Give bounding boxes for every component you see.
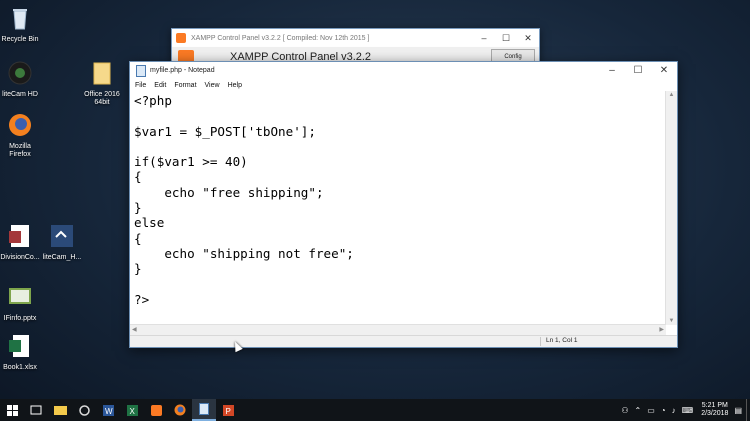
notepad-icon bbox=[136, 64, 146, 77]
desktop-icon-book1[interactable]: Book1.xlsx bbox=[0, 333, 48, 372]
menu-help[interactable]: Help bbox=[228, 82, 242, 89]
scroll-up-icon[interactable]: ▲ bbox=[666, 92, 677, 98]
recycle-bin-icon bbox=[13, 9, 27, 30]
desktop-icon-label: Mozilla Firefox bbox=[9, 143, 31, 158]
close-icon[interactable]: ✕ bbox=[517, 33, 539, 44]
vertical-scrollbar[interactable]: ▲ ▼ bbox=[665, 91, 677, 325]
clock-date: 2/3/2018 bbox=[701, 410, 729, 417]
xampp-titlebar[interactable]: XAMPP Control Panel v3.2.2 [ Compiled: N… bbox=[172, 29, 539, 47]
svg-text:X: X bbox=[129, 407, 135, 416]
desktop-icon-label: liteCam_H... bbox=[42, 254, 82, 261]
close-icon[interactable]: ✕ bbox=[651, 65, 677, 76]
taskbar-excel[interactable]: X bbox=[120, 399, 144, 421]
firefox-icon bbox=[174, 404, 186, 416]
menu-file[interactable]: File bbox=[135, 82, 146, 89]
xampp-icon bbox=[150, 404, 162, 416]
powerpoint-icon: P bbox=[222, 404, 234, 416]
svg-text:W: W bbox=[105, 407, 113, 416]
powerpoint-file-icon bbox=[9, 288, 31, 304]
gear-icon bbox=[78, 404, 90, 416]
network-icon[interactable]: ◔ bbox=[661, 406, 666, 415]
notifications-icon[interactable]: ▤ bbox=[734, 406, 742, 415]
taskbar-xampp[interactable] bbox=[144, 399, 168, 421]
menu-edit[interactable]: Edit bbox=[154, 82, 166, 89]
notepad-menu-bar: File Edit Format View Help bbox=[130, 79, 677, 91]
desktop-icon-litecam-shortcut[interactable]: liteCam_H... bbox=[34, 223, 90, 262]
clock-time: 5:21 PM bbox=[701, 402, 728, 409]
shortcut-icon bbox=[51, 225, 73, 247]
svg-text:P: P bbox=[225, 407, 230, 416]
desktop-icon-litecam[interactable]: liteCam HD bbox=[0, 60, 48, 99]
excel-file-icon bbox=[9, 335, 29, 357]
notepad-window-title: myfile.php - Notepad bbox=[150, 67, 215, 74]
show-desktop-button[interactable] bbox=[746, 399, 750, 421]
system-tray: ⚇ ⌃ ▭ ◔ ♪ ⌨ 5:21 PM 2/3/2018 ▤ bbox=[615, 399, 742, 421]
menu-view[interactable]: View bbox=[205, 82, 220, 89]
taskbar: W X P ⚇ ⌃ ▭ ◔ ♪ ⌨ 5:21 PM 2/3/2018 ▤ bbox=[0, 399, 750, 421]
maximize-icon[interactable]: ☐ bbox=[495, 33, 517, 44]
folder-icon bbox=[53, 406, 67, 415]
maximize-icon[interactable]: ☐ bbox=[625, 65, 651, 76]
config-button-label: Config bbox=[504, 54, 522, 60]
taskbar-settings[interactable] bbox=[72, 399, 96, 421]
minimize-icon[interactable]: – bbox=[599, 65, 625, 76]
desktop-icon-ifinfo[interactable]: IFinfo.pptx bbox=[0, 284, 48, 323]
access-file-icon bbox=[9, 225, 29, 247]
battery-icon[interactable]: ▭ bbox=[647, 406, 655, 415]
excel-icon: X bbox=[126, 404, 138, 416]
minimize-icon[interactable]: – bbox=[473, 33, 495, 43]
volume-icon[interactable]: ♪ bbox=[672, 406, 676, 415]
notepad-titlebar[interactable]: myfile.php - Notepad – ☐ ✕ bbox=[130, 62, 677, 79]
camera-icon bbox=[8, 61, 32, 85]
windows-logo-icon bbox=[6, 404, 18, 416]
scroll-down-icon[interactable]: ▼ bbox=[666, 318, 677, 324]
taskbar-firefox[interactable] bbox=[168, 399, 192, 421]
desktop-icon-label: Recycle Bin bbox=[1, 36, 39, 43]
chevron-up-icon[interactable]: ⌃ bbox=[635, 406, 642, 415]
people-icon[interactable]: ⚇ bbox=[621, 406, 628, 415]
desktop-icon-label: Book1.xlsx bbox=[3, 364, 37, 371]
status-bar: Ln 1, Col 1 bbox=[130, 335, 677, 347]
editor-content[interactable]: <?php $var1 = $_POST['tbOne']; if($var1 … bbox=[130, 91, 666, 309]
xampp-window-title: XAMPP Control Panel v3.2.2 [ Compiled: N… bbox=[191, 34, 370, 42]
task-view-button[interactable] bbox=[24, 399, 48, 421]
word-icon: W bbox=[102, 404, 114, 416]
desktop-icon-firefox[interactable]: Mozilla Firefox bbox=[0, 112, 48, 159]
clock[interactable]: 5:21 PM 2/3/2018 bbox=[701, 402, 728, 418]
taskbar-notepad[interactable] bbox=[192, 399, 216, 421]
taskbar-file-explorer[interactable] bbox=[48, 399, 72, 421]
desktop-icon-office-folder[interactable]: Office 2016 64bit bbox=[74, 60, 130, 107]
notepad-window[interactable]: myfile.php - Notepad – ☐ ✕ File Edit For… bbox=[129, 61, 678, 348]
xampp-logo-icon bbox=[176, 33, 186, 43]
status-separator bbox=[540, 337, 541, 346]
text-editor-area[interactable]: <?php $var1 = $_POST['tbOne']; if($var1 … bbox=[130, 91, 666, 325]
desktop-icon-label: liteCam HD bbox=[2, 91, 38, 98]
taskbar-word[interactable]: W bbox=[96, 399, 120, 421]
cursor-position: Ln 1, Col 1 bbox=[546, 337, 578, 344]
folder-icon bbox=[93, 62, 111, 85]
desktop-icon-label: IFinfo.pptx bbox=[3, 315, 37, 322]
menu-format[interactable]: Format bbox=[174, 82, 196, 89]
desktop-icon-label: Office 2016 64bit bbox=[84, 91, 120, 106]
notepad-icon bbox=[199, 403, 209, 415]
start-button[interactable] bbox=[0, 399, 24, 421]
firefox-icon bbox=[9, 114, 31, 136]
taskbar-powerpoint[interactable]: P bbox=[216, 399, 240, 421]
task-view-icon bbox=[30, 405, 42, 415]
keyboard-icon[interactable]: ⌨ bbox=[682, 406, 694, 415]
desktop-icon-recycle-bin[interactable]: Recycle Bin bbox=[0, 5, 48, 44]
